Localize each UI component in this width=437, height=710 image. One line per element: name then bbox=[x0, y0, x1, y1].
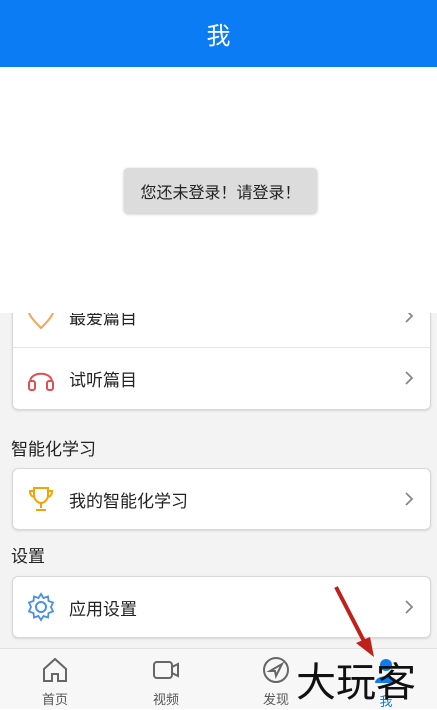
watermark-logo: 大玩客 bbox=[296, 660, 416, 706]
chevron-right-icon bbox=[405, 492, 414, 506]
page-title: 我 bbox=[206, 22, 231, 50]
trophy-icon bbox=[28, 487, 54, 511]
chevron-right-icon bbox=[405, 313, 414, 323]
smart-learning-card: 我的智能化学习 bbox=[12, 468, 431, 530]
chevron-right-icon bbox=[405, 371, 414, 385]
headphones-icon bbox=[28, 372, 54, 391]
red-arrow-annotation bbox=[334, 586, 374, 657]
toast-text: 您还未登录！请登录！ bbox=[140, 182, 301, 202]
home-icon bbox=[43, 657, 67, 682]
video-icon bbox=[153, 661, 179, 679]
my-smart-learning-label: 我的智能化学习 bbox=[69, 491, 188, 512]
settings-section-title: 设置 bbox=[11, 547, 45, 567]
gear-icon bbox=[27, 592, 55, 622]
my-smart-learning-row[interactable]: 我的智能化学习 bbox=[13, 469, 430, 529]
title-bar: 我 bbox=[0, 0, 437, 67]
heart-icon bbox=[28, 313, 54, 330]
login-toast: 您还未登录！请登录！ bbox=[124, 168, 317, 213]
favorite-articles-row[interactable]: 最爱篇目 bbox=[13, 313, 430, 346]
trial-articles-row[interactable]: 试听篇目 bbox=[13, 348, 430, 408]
tab-home-label: 首页 bbox=[41, 693, 68, 708]
app-settings-label: 应用设置 bbox=[69, 599, 137, 620]
tab-home[interactable]: 首页 bbox=[15, 649, 95, 709]
chevron-right-icon bbox=[405, 600, 414, 614]
tab-video-label: 视频 bbox=[152, 693, 179, 708]
discover-icon bbox=[263, 657, 289, 683]
articles-card: 最爱篇目 试听篇目 bbox=[12, 313, 431, 410]
smart-learning-section-title: 智能化学习 bbox=[11, 440, 96, 460]
tab-video[interactable]: 视频 bbox=[126, 649, 206, 709]
trial-articles-label: 试听篇目 bbox=[69, 370, 137, 391]
favorite-articles-label: 最爱篇目 bbox=[69, 313, 137, 329]
